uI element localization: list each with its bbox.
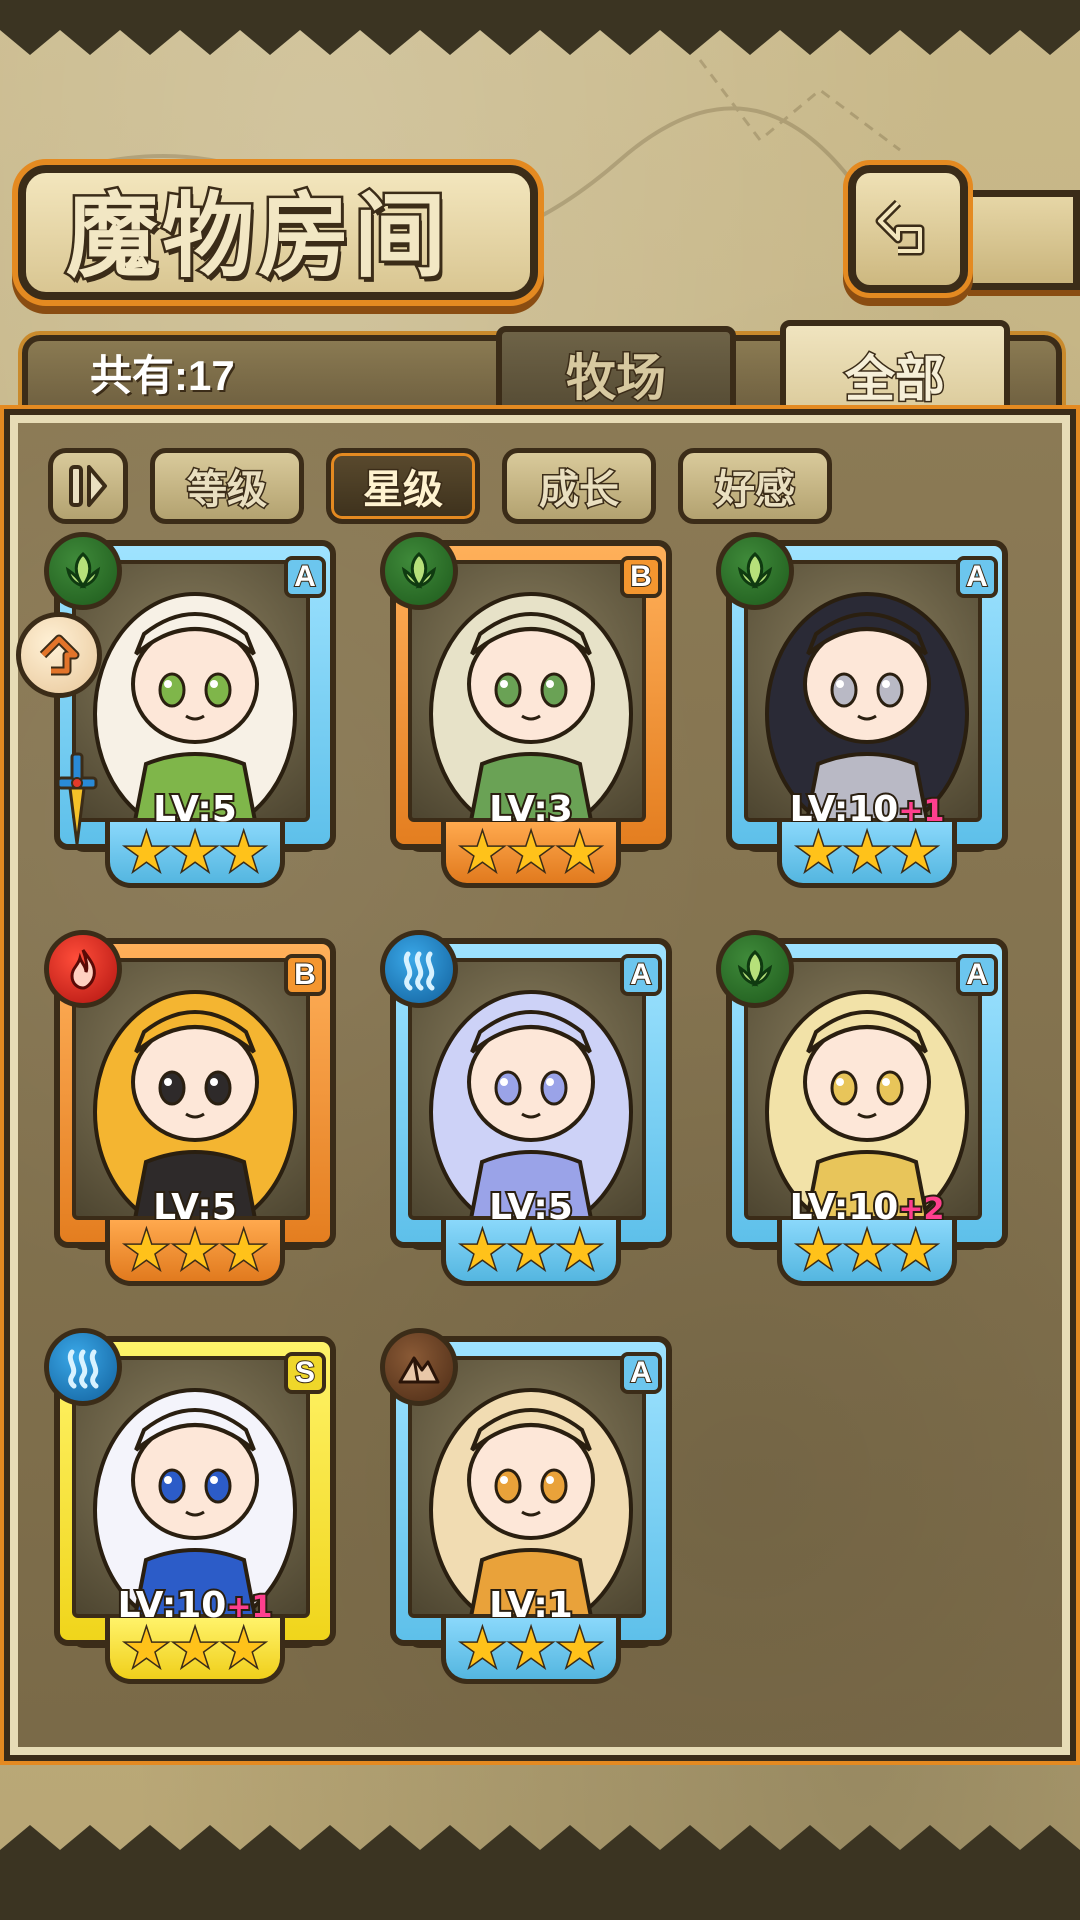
star-icon: ★ (170, 822, 220, 883)
star-icon: ★ (555, 1220, 605, 1281)
star-icon: ★ (555, 1618, 605, 1679)
monster-count: 共有:17 (90, 352, 235, 399)
sort-order-toggle[interactable] (48, 448, 128, 524)
fire-icon (44, 930, 122, 1008)
rank-badge: A (620, 954, 662, 996)
rank-badge: A (620, 1352, 662, 1394)
star-rating: ★ ★ ★ (441, 1220, 621, 1286)
star-icon: ★ (555, 822, 605, 883)
star-icon: ★ (842, 822, 892, 883)
sort-by-affection-label: 好感 (714, 465, 797, 515)
star-icon: ★ (458, 1220, 508, 1281)
star-icon: ★ (122, 1618, 172, 1679)
monster-card[interactable]: A LV:5 ★ ★ ★ (380, 930, 676, 1288)
star-icon: ★ (122, 1220, 172, 1281)
leaf-icon (716, 930, 794, 1008)
star-icon: ★ (458, 822, 508, 883)
star-rating: ★ ★ ★ (105, 822, 285, 888)
rank-badge: B (284, 954, 326, 996)
sort-by-star-label: 星级 (362, 465, 445, 515)
rank-badge: A (956, 954, 998, 996)
tab-all[interactable]: 全部 (780, 320, 1010, 430)
star-icon: ★ (842, 1220, 892, 1281)
equipped-sword-icon (56, 752, 98, 845)
monster-card[interactable]: B LV:5 ★ ★ ★ (44, 930, 340, 1288)
star-icon: ★ (122, 822, 172, 883)
leaf-icon (44, 532, 122, 610)
star-icon: ★ (891, 822, 941, 883)
monster-card[interactable]: A LV:10+1 ★ ★ ★ (716, 532, 1012, 890)
rank-badge: A (956, 556, 998, 598)
sort-by-affection-button[interactable]: 好感 (678, 448, 832, 524)
leaf-icon (716, 532, 794, 610)
star-icon: ★ (794, 822, 844, 883)
star-icon: ★ (506, 822, 556, 883)
tab-ranch-label: 牧场 (565, 347, 668, 409)
earth-icon (380, 1328, 458, 1406)
back-arrow-icon (875, 199, 925, 256)
water-icon (380, 930, 458, 1008)
star-icon: ★ (891, 1220, 941, 1281)
monster-card[interactable]: S LV:10+1 ★ ★ ★ (44, 1328, 340, 1686)
torn-edge-top (0, 0, 1080, 55)
sort-by-growth-button[interactable]: 成长 (502, 448, 656, 524)
star-rating: ★ ★ ★ (105, 1220, 285, 1286)
sort-by-star-button[interactable]: 星级 (326, 448, 480, 524)
star-icon: ★ (506, 1618, 556, 1679)
monster-card[interactable]: B LV:3 ★ ★ ★ (380, 532, 676, 890)
team-badge-icon[interactable] (16, 612, 102, 698)
rank-badge: S (284, 1352, 326, 1394)
star-rating: ★ ★ ★ (777, 1220, 957, 1286)
back-button[interactable] (848, 165, 968, 293)
torn-edge-bottom (0, 1825, 1080, 1920)
star-icon: ★ (170, 1618, 220, 1679)
sort-by-growth-label: 成长 (538, 465, 621, 515)
rank-badge: B (620, 556, 662, 598)
sort-by-level-button[interactable]: 等级 (150, 448, 304, 524)
water-icon (44, 1328, 122, 1406)
title-plaque: 魔物房间 (18, 165, 538, 300)
page-title: 魔物房间 (64, 180, 451, 293)
sort-toggle-icon (69, 465, 107, 507)
rank-badge: A (284, 556, 326, 598)
star-rating: ★ ★ ★ (441, 822, 621, 888)
leaf-icon (380, 532, 458, 610)
star-icon: ★ (506, 1220, 556, 1281)
star-icon: ★ (794, 1220, 844, 1281)
star-rating: ★ ★ ★ (105, 1618, 285, 1684)
star-icon: ★ (170, 1220, 220, 1281)
back-button-bar (968, 190, 1080, 290)
sort-by-level-label: 等级 (186, 465, 269, 515)
tab-ranch[interactable]: 牧场 (496, 326, 736, 422)
star-rating: ★ ★ ★ (777, 822, 957, 888)
tab-all-label: 全部 (844, 348, 947, 410)
star-rating: ★ ★ ★ (441, 1618, 621, 1684)
star-icon: ★ (219, 1220, 269, 1281)
star-icon: ★ (458, 1618, 508, 1679)
star-icon: ★ (219, 822, 269, 883)
monster-card[interactable]: A LV:10+2 ★ ★ ★ (716, 930, 1012, 1288)
monster-card[interactable]: A LV:1 ★ ★ ★ (380, 1328, 676, 1686)
star-icon: ★ (219, 1618, 269, 1679)
